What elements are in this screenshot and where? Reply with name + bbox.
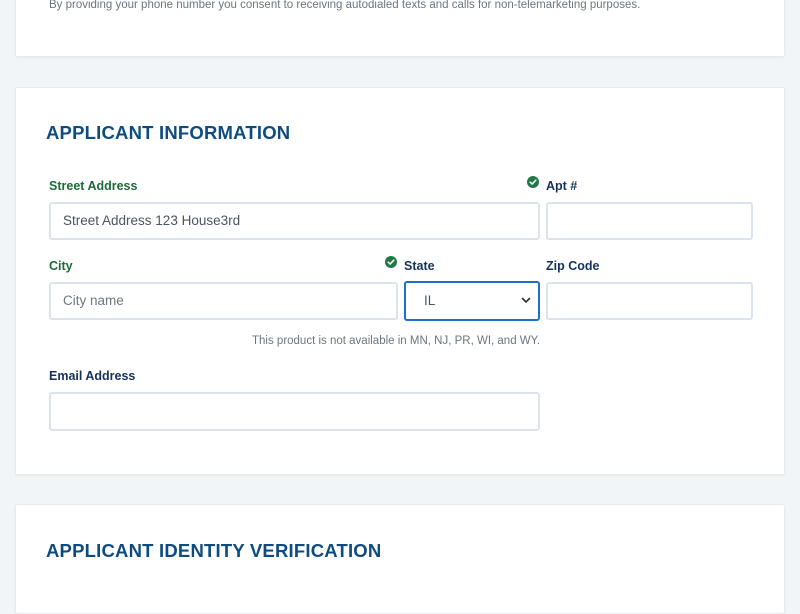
section-title-applicant-information: APPLICANT INFORMATION [46,122,291,143]
state-selected-value: IL [424,293,436,308]
street-address-input[interactable]: Street Address 123 House3rd [49,202,540,240]
city-label: City [49,259,73,273]
zip-code-input[interactable] [546,282,753,320]
city-input[interactable]: City name [49,282,398,320]
applicant-information-card: APPLICANT INFORMATION Street Address Str… [15,87,785,475]
apt-label: Apt # [546,179,578,193]
street-address-valid-check-icon [527,176,539,188]
availability-notice: This product is not available in MN, NJ,… [252,335,541,347]
zip-code-label: Zip Code [546,259,600,273]
email-address-input[interactable] [49,392,540,431]
chevron-down-icon [521,297,531,303]
email-address-label: Email Address [49,369,136,383]
state-select[interactable]: IL [404,281,540,321]
consent-text: By providing your phone number you conse… [49,0,641,11]
state-label: State [404,259,435,273]
section-title-identity-verification: APPLICANT IDENTITY VERIFICATION [46,540,382,561]
identity-verification-card: APPLICANT IDENTITY VERIFICATION [15,504,785,614]
street-address-label: Street Address [49,179,138,193]
city-placeholder: City name [63,293,124,308]
city-valid-check-icon [385,256,397,268]
consent-card: By providing your phone number you conse… [15,0,785,57]
apt-input[interactable] [546,202,753,240]
